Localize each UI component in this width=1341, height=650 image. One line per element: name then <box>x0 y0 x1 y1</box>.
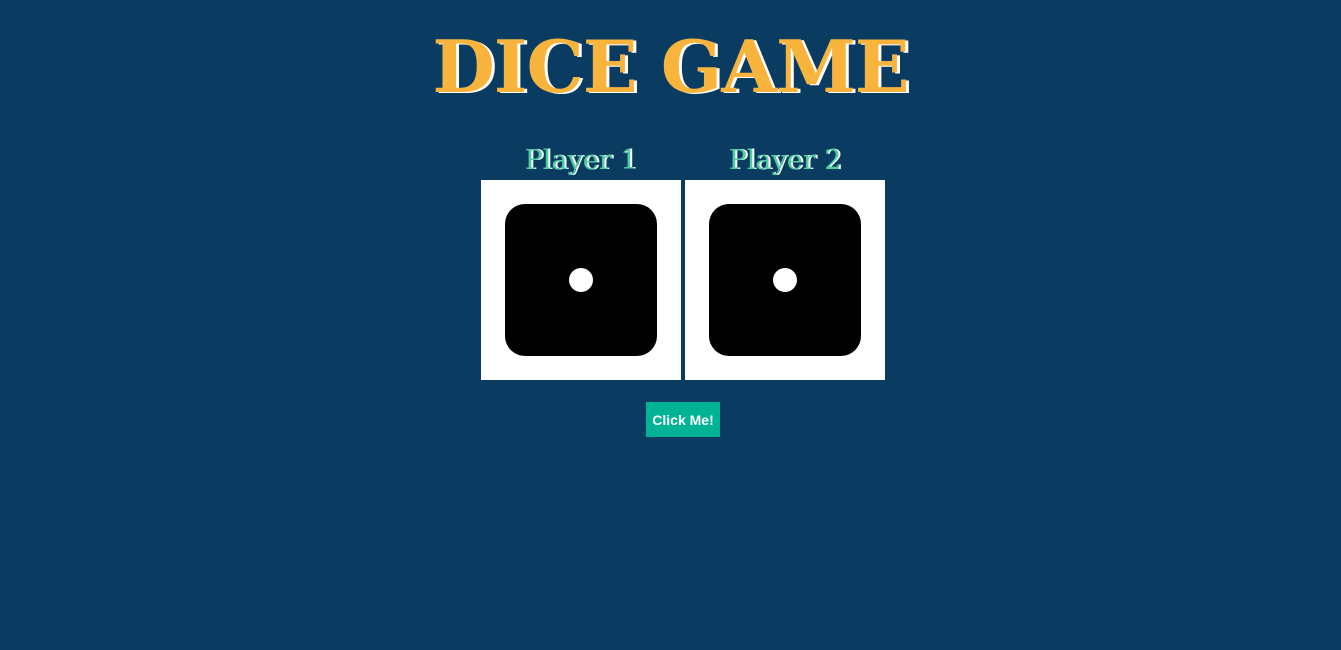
player-2-dice-card <box>685 180 885 380</box>
dice-one-icon <box>505 204 657 356</box>
roll-dice-button[interactable]: Click Me! <box>646 402 720 437</box>
pip <box>773 268 797 292</box>
page-title: DICE GAME <box>432 24 909 109</box>
dice-one-icon <box>709 204 861 356</box>
player-2-label: Player 2 <box>728 145 842 176</box>
pip <box>569 268 593 292</box>
player-1-dice-card <box>481 180 681 380</box>
player-1-label: Player 1 <box>524 145 638 176</box>
